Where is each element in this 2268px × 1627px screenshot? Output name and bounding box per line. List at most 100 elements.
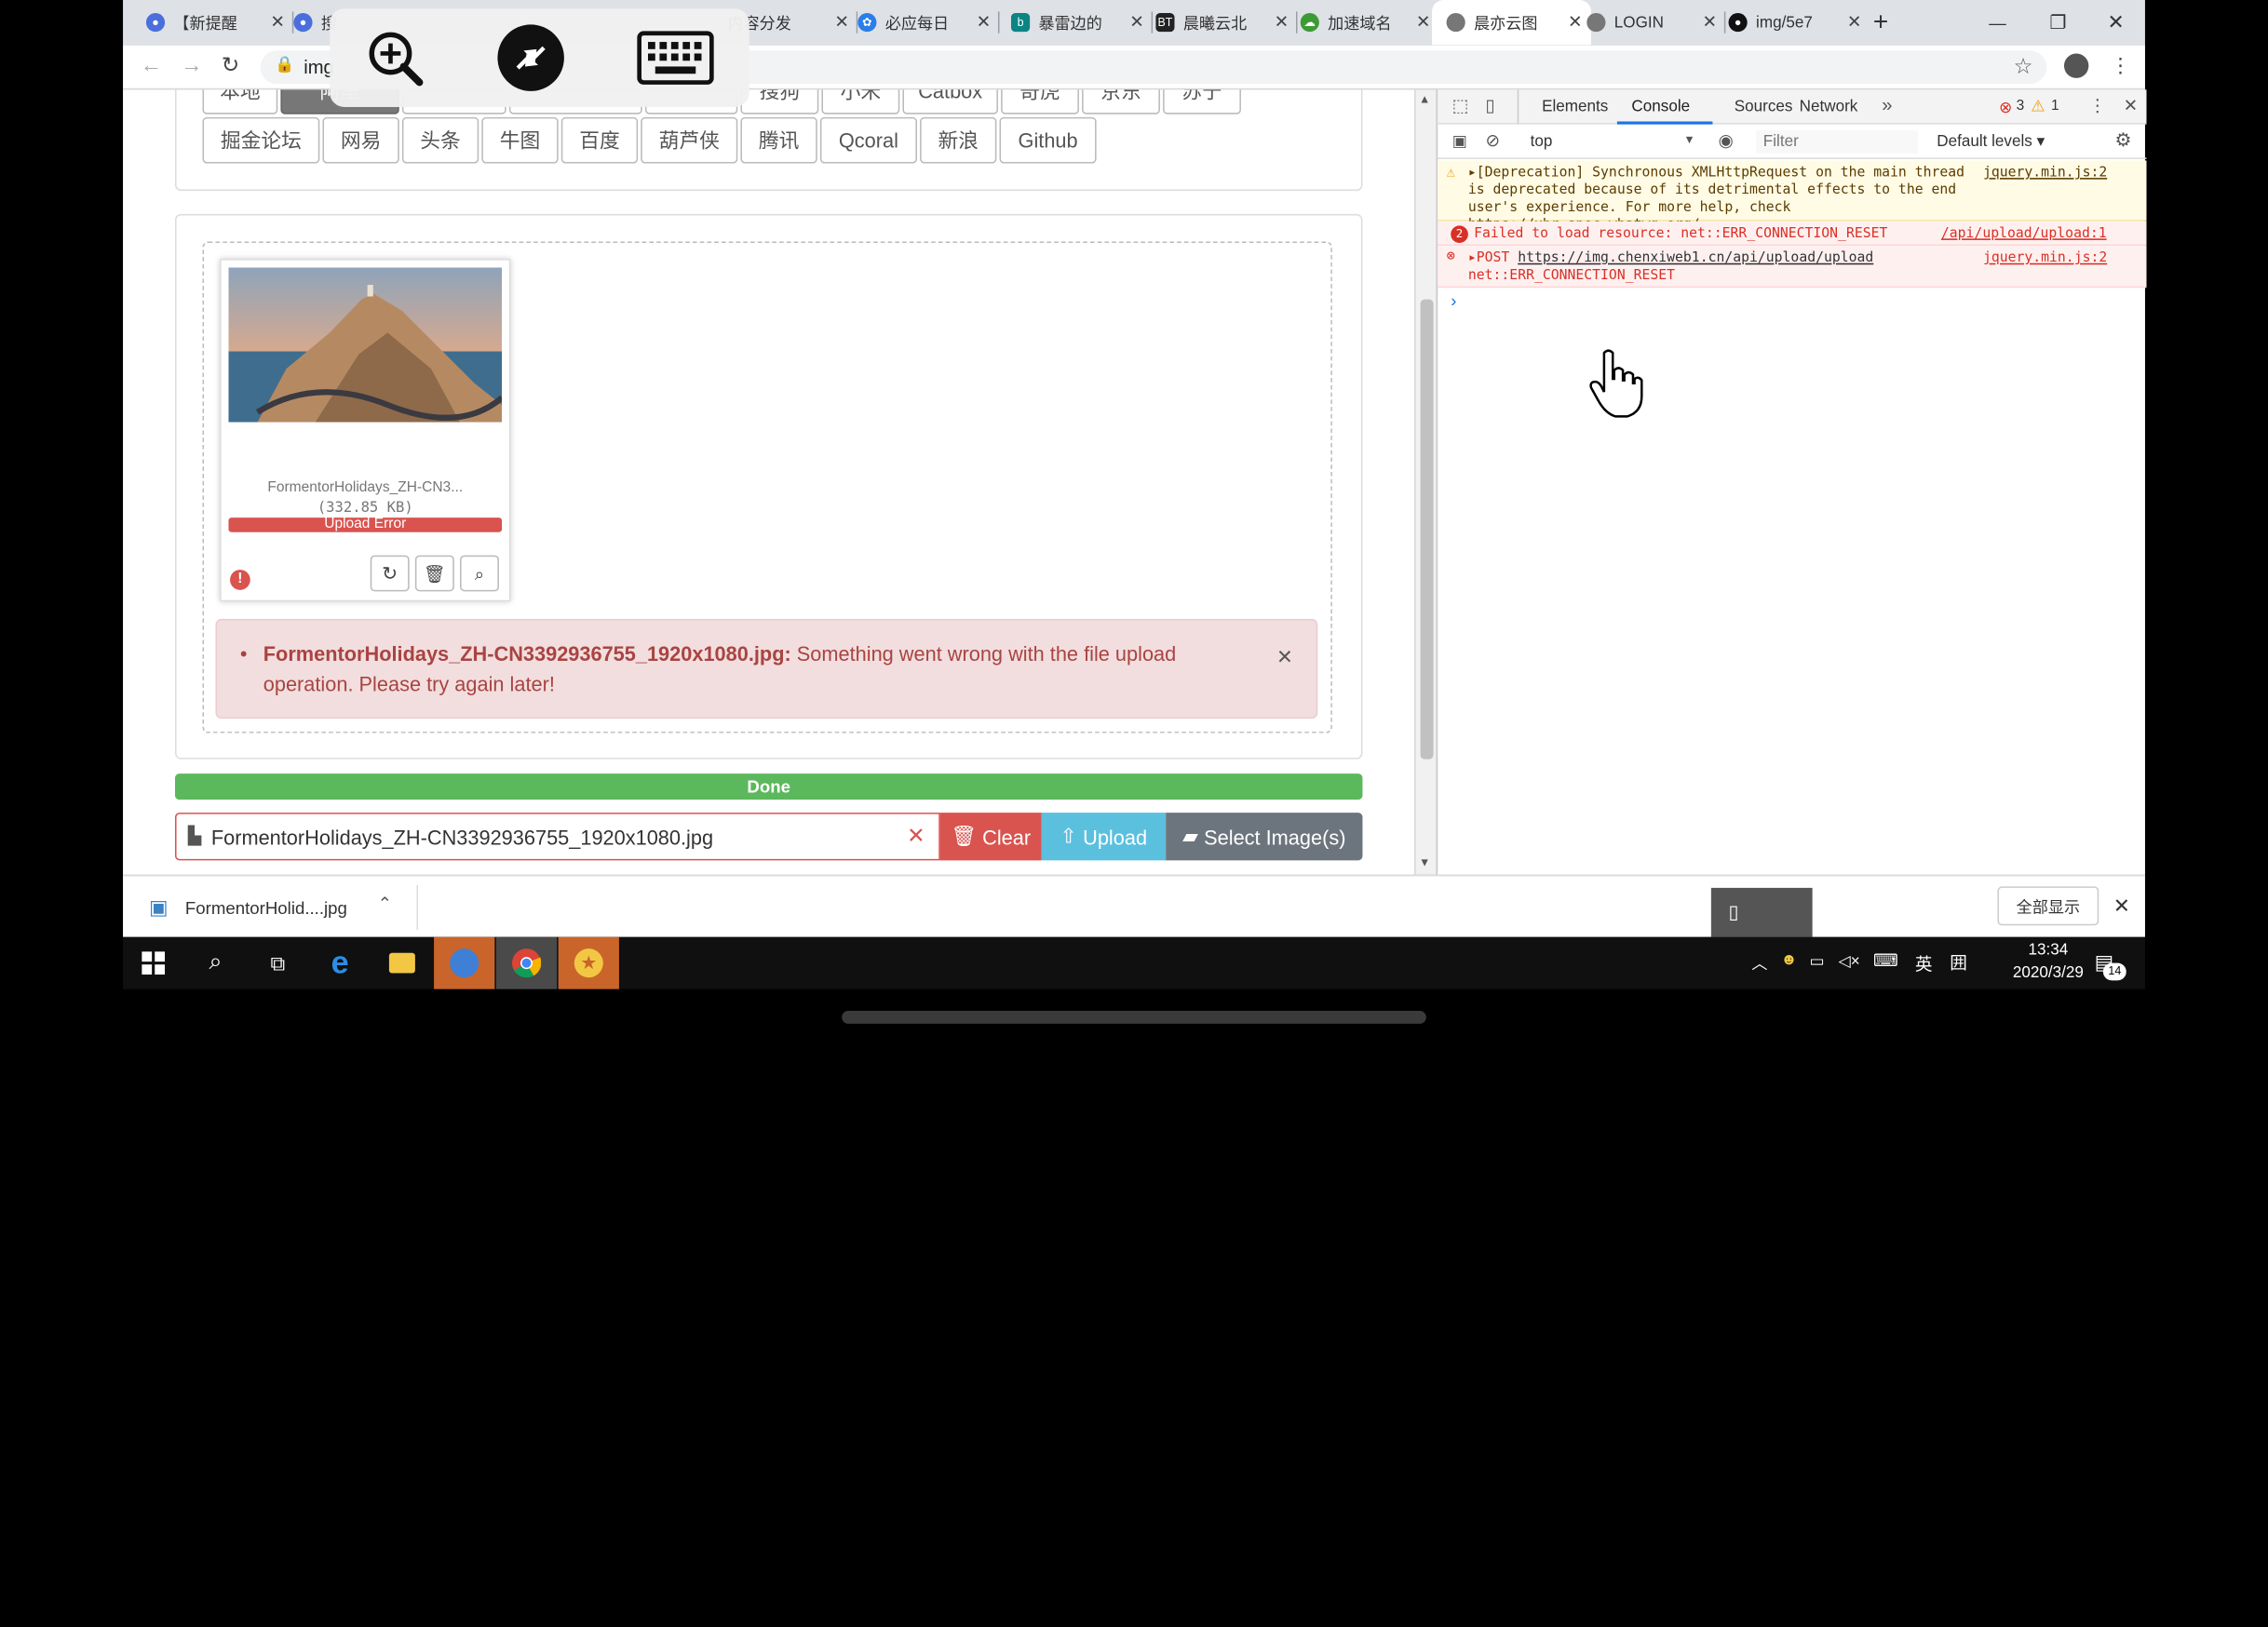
live-expression-eye-icon[interactable]: ◉ xyxy=(1719,130,1734,151)
browser-tab-9[interactable]: LOGIN ✕ xyxy=(1586,0,1726,45)
close-tab-icon[interactable]: ✕ xyxy=(1275,11,1289,32)
search-icon[interactable]: ⌕ xyxy=(185,937,246,989)
ime-mode-icon[interactable]: 囲 xyxy=(1950,950,1967,975)
devtools-tab-elements[interactable]: Elements xyxy=(1542,99,1608,116)
inspect-element-icon[interactable]: ⬚ xyxy=(1452,96,1469,116)
error-source-link[interactable]: jquery.min.js:2 xyxy=(1983,250,2107,266)
bookmark-star-icon[interactable]: ☆ xyxy=(2014,53,2033,79)
download-file-name[interactable]: FormentorHolid....jpg xyxy=(185,898,347,919)
chrome-icon[interactable] xyxy=(495,936,558,989)
clock-date[interactable]: 2020/3/29 xyxy=(1991,964,2104,982)
source-button[interactable]: 掘金论坛 xyxy=(202,116,320,164)
source-button[interactable]: 本地 xyxy=(202,89,278,114)
source-button[interactable]: Catbox xyxy=(902,89,998,114)
source-button[interactable]: 头条 xyxy=(401,116,479,164)
close-tab-icon[interactable]: ✕ xyxy=(977,11,992,32)
close-tab-icon[interactable]: ✕ xyxy=(1568,11,1583,32)
devtools-tab-sources[interactable]: Sources xyxy=(1735,99,1793,116)
download-popup-tile[interactable]: ▯ xyxy=(1710,887,1813,939)
keyboard-tray-icon[interactable]: ⌨ xyxy=(1873,950,1898,971)
zoom-in-icon[interactable] xyxy=(365,28,425,88)
close-tab-icon[interactable]: ✕ xyxy=(1129,11,1144,32)
back-icon[interactable]: ← xyxy=(141,53,162,77)
reload-icon[interactable]: ↻ xyxy=(222,52,240,77)
start-button[interactable] xyxy=(123,937,183,989)
source-button[interactable]: Qcoral xyxy=(819,116,917,164)
sidebar-toggle-icon[interactable]: ▣ xyxy=(1452,131,1467,151)
source-button[interactable]: 苏宁 xyxy=(1163,89,1241,114)
internet-explorer-icon[interactable]: e xyxy=(309,937,370,989)
console-settings-gear-icon[interactable]: ⚙ xyxy=(2114,128,2131,152)
console-input-area[interactable] xyxy=(1438,303,2146,875)
source-button[interactable]: 网易 xyxy=(322,116,399,164)
device-toolbar-icon[interactable]: ▯ xyxy=(1486,96,1495,116)
close-tab-icon[interactable]: ✕ xyxy=(1847,11,1862,32)
keyboard-icon[interactable] xyxy=(636,31,714,86)
more-tabs-icon[interactable]: » xyxy=(1882,94,1892,115)
clock-time[interactable]: 13:34 xyxy=(2012,941,2085,959)
window-close-button[interactable]: ✕ xyxy=(2108,0,2137,45)
devtools-menu-icon[interactable]: ⋮ xyxy=(2088,96,2106,116)
post-url-link[interactable]: https://img.chenxiweb1.cn/api/upload/upl… xyxy=(1518,250,1873,266)
devtools-tab-network[interactable]: Network xyxy=(1800,99,1858,116)
task-view-icon[interactable]: ⧉ xyxy=(248,937,308,989)
source-button[interactable]: 搜狗 xyxy=(740,89,819,114)
source-button[interactable]: 葫芦侠 xyxy=(641,116,738,164)
close-tab-icon[interactable]: ✕ xyxy=(834,11,849,32)
file-caption-input[interactable]: ▙ FormentorHolidays_ZH-CN3392936755_1920… xyxy=(174,813,940,861)
retry-button[interactable]: ↻ xyxy=(370,555,410,592)
scrollbar-thumb[interactable] xyxy=(1420,299,1434,760)
devtools-tab-console[interactable]: Console xyxy=(1631,99,1690,116)
close-tab-icon[interactable]: ✕ xyxy=(1416,11,1431,32)
browser-tab-1[interactable]: ● 【新提醒 ✕ xyxy=(145,0,294,45)
bird-app-icon[interactable] xyxy=(434,936,495,989)
zoom-button[interactable]: ⌕ xyxy=(460,555,499,592)
warning-source-link[interactable]: jquery.min.js:2 xyxy=(1983,165,2107,181)
show-all-downloads-button[interactable]: 全部显示 xyxy=(1997,886,2099,926)
source-button[interactable]: 百度 xyxy=(560,116,639,164)
clear-console-icon[interactable]: ⊘ xyxy=(1486,130,1501,151)
new-tab-button[interactable]: + xyxy=(1873,0,1902,45)
context-select[interactable]: top ▼ xyxy=(1524,130,1697,154)
error-count-icon[interactable]: ⊗ xyxy=(1999,99,2012,117)
browser-menu-icon[interactable]: ⋮ xyxy=(2111,53,2131,77)
source-button[interactable]: Github xyxy=(999,116,1097,164)
minimize-button[interactable]: — xyxy=(1989,0,2018,45)
remove-file-icon[interactable]: ✕ xyxy=(907,823,925,849)
clear-button[interactable]: 🗑 Clear xyxy=(939,813,1042,861)
browser-tab-10[interactable]: ● img/5e7 ✕ xyxy=(1728,0,1870,45)
scroll-down-icon[interactable]: ▼ xyxy=(1419,856,1430,869)
devtools-close-icon[interactable]: ✕ xyxy=(2124,96,2139,116)
source-button[interactable]: 腾讯 xyxy=(740,116,817,164)
log-levels-dropdown[interactable]: Default levels ▾ xyxy=(1937,131,2045,151)
star-app-icon[interactable]: ★ xyxy=(558,936,619,989)
chevron-up-tray-icon[interactable]: ︿ xyxy=(1751,951,1767,975)
remote-desktop-icon[interactable] xyxy=(496,23,566,93)
delete-button[interactable]: 🗑 xyxy=(414,555,454,592)
volume-muted-icon[interactable]: ◁× xyxy=(1839,951,1860,971)
error-source-link[interactable]: /api/upload/upload:1 xyxy=(1941,225,2107,241)
source-button[interactable]: 新浪 xyxy=(920,116,997,164)
console-filter-input[interactable] xyxy=(1756,129,1919,154)
scroll-up-icon[interactable]: ▲ xyxy=(1419,92,1430,105)
home-indicator[interactable] xyxy=(842,1010,1426,1024)
source-button[interactable]: 京东 xyxy=(1082,89,1160,114)
source-button[interactable]: 奇虎 xyxy=(1001,89,1079,114)
tray-app-icon[interactable]: ☻ xyxy=(1780,951,1797,969)
forward-icon[interactable]: → xyxy=(181,53,202,77)
select-images-button[interactable]: ▰ Select Image(s) xyxy=(1166,813,1363,861)
profile-avatar-icon[interactable] xyxy=(2063,53,2089,78)
upload-button[interactable]: ⇧ Upload xyxy=(1041,813,1167,861)
browser-tab-5[interactable]: b 暴雷边的 ✕ xyxy=(1010,0,1154,45)
alert-close-button[interactable]: × xyxy=(1277,642,1292,673)
close-tab-icon[interactable]: ✕ xyxy=(1702,11,1717,32)
file-explorer-icon[interactable] xyxy=(371,937,432,989)
ime-language-indicator[interactable]: 英 xyxy=(1915,951,1933,975)
browser-tab-7[interactable]: ☁ 加速域名 ✕ xyxy=(1300,0,1439,45)
browser-tab-6[interactable]: BT 晨曦云北 ✕ xyxy=(1155,0,1298,45)
network-icon[interactable]: ▭ xyxy=(1810,951,1825,971)
chevron-up-icon[interactable]: ⌃ xyxy=(377,894,392,914)
restore-button[interactable]: ❐ xyxy=(2049,0,2078,45)
warning-count-icon[interactable]: ⚠ xyxy=(2031,97,2045,116)
page-scrollbar[interactable]: ▲ ▼ xyxy=(1414,89,1437,875)
